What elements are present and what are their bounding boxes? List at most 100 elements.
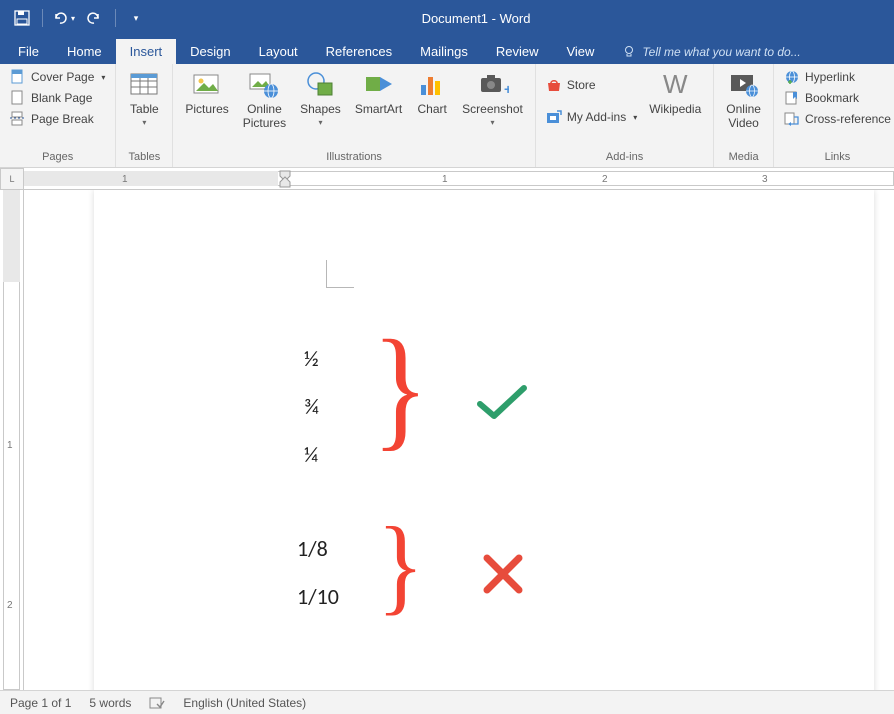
status-language[interactable]: English (United States) [183, 696, 306, 710]
ruler-tick: 2 [7, 600, 13, 611]
tab-mailings[interactable]: Mailings [406, 39, 482, 64]
my-addins-button[interactable]: My Add-ins ▾ [542, 107, 641, 127]
indent-marker-icon[interactable] [278, 169, 292, 189]
wikipedia-icon: W [659, 69, 691, 101]
video-icon [728, 69, 760, 101]
separator [115, 9, 116, 27]
window-title: Document1 - Word [158, 11, 894, 26]
quick-access-toolbar: ▾ ▾ [0, 4, 158, 32]
store-button[interactable]: Store [542, 75, 641, 95]
ruler-corner[interactable]: L [0, 168, 24, 190]
hyperlink-button[interactable]: Hyperlink [780, 67, 894, 87]
chevron-down-icon: ▾ [142, 118, 146, 127]
tab-file[interactable]: File [4, 39, 53, 64]
svg-text:W: W [663, 69, 688, 99]
smartart-button[interactable]: SmartArt [349, 67, 408, 119]
tab-insert[interactable]: Insert [116, 39, 177, 64]
title-bar: ▾ ▾ Document1 - Word [0, 0, 894, 36]
customize-qat-button[interactable]: ▾ [122, 4, 150, 32]
screenshot-label: Screenshot [462, 103, 523, 117]
doc-text-tenth[interactable]: 1/10 [297, 583, 339, 610]
cross-reference-button[interactable]: Cross-reference [780, 109, 894, 129]
blank-page-label: Blank Page [31, 91, 92, 105]
hyperlink-label: Hyperlink [805, 70, 855, 84]
shapes-icon [304, 69, 336, 101]
status-page[interactable]: Page 1 of 1 [10, 696, 71, 710]
group-addins: Store My Add-ins ▾ W Wikipedia Add-ins [536, 64, 714, 167]
wikipedia-label: Wikipedia [649, 103, 701, 117]
proofing-icon[interactable] [149, 696, 165, 710]
save-icon [14, 10, 30, 26]
brace-icon: } [372, 310, 429, 466]
tab-view[interactable]: View [552, 39, 608, 64]
group-media: Online Video Media [714, 64, 774, 167]
blank-page-icon [10, 90, 26, 106]
cover-page-button[interactable]: Cover Page ▾ [6, 67, 109, 87]
wikipedia-button[interactable]: W Wikipedia [643, 67, 707, 119]
bookmark-icon [784, 90, 800, 106]
page-break-button[interactable]: Page Break [6, 109, 109, 129]
chart-button[interactable]: Chart [410, 67, 454, 119]
bookmark-button[interactable]: Bookmark [780, 88, 894, 108]
chevron-down-icon: ▾ [318, 118, 322, 127]
x-mark-icon [481, 552, 525, 596]
ribbon-tabs: File Home Insert Design Layout Reference… [0, 36, 894, 64]
pictures-button[interactable]: Pictures [179, 67, 234, 119]
ruler-tick: 1 [7, 440, 13, 451]
group-pages: Cover Page▾ Blank Page Page Break Pages [0, 64, 116, 167]
ruler-tick: 2 [602, 174, 608, 185]
pictures-label: Pictures [185, 103, 228, 117]
table-icon [128, 69, 160, 101]
blank-page-button[interactable]: Blank Page [6, 88, 109, 108]
ruler-row: L 1 1 2 3 [0, 168, 894, 190]
chart-icon [416, 69, 448, 101]
ribbon: Cover Page▾ Blank Page Page Break Pages … [0, 64, 894, 168]
doc-text-threequarter[interactable]: ¾ [304, 393, 319, 420]
tab-review[interactable]: Review [482, 39, 553, 64]
screenshot-icon: + [477, 69, 509, 101]
ruler-tick: 1 [122, 174, 128, 185]
online-video-label: Online Video [726, 103, 761, 131]
tell-me-search[interactable]: Tell me what you want to do... [608, 40, 814, 64]
table-label: Table [130, 103, 159, 117]
ruler-tick: 3 [762, 174, 768, 185]
online-pictures-label: Online Pictures [243, 103, 286, 131]
online-video-button[interactable]: Online Video [720, 67, 767, 133]
screenshot-button[interactable]: + Screenshot ▾ [456, 67, 529, 129]
tab-references[interactable]: References [312, 39, 406, 64]
chevron-down-icon: ▾ [101, 73, 105, 82]
online-pictures-button[interactable]: Online Pictures [237, 67, 292, 133]
group-addins-label: Add-ins [542, 149, 707, 167]
vertical-ruler[interactable]: 1 2 [0, 190, 24, 690]
cover-page-label: Cover Page [31, 70, 94, 84]
undo-button[interactable]: ▾ [49, 4, 77, 32]
save-button[interactable] [8, 4, 36, 32]
status-words[interactable]: 5 words [89, 696, 131, 710]
tab-home[interactable]: Home [53, 39, 116, 64]
horizontal-ruler[interactable]: 1 1 2 3 [24, 168, 894, 190]
page-canvas[interactable]: ½ ¾ ¼ } 1/8 1/10 } [24, 190, 894, 690]
group-media-label: Media [720, 149, 767, 167]
group-links-label: Links [780, 149, 894, 167]
chevron-down-icon: ▾ [633, 113, 637, 122]
document-area: 1 2 ½ ¾ ¼ } 1/8 1/10 } [0, 190, 894, 690]
page: ½ ¾ ¼ } 1/8 1/10 } [94, 190, 874, 690]
chevron-down-icon: ▾ [491, 118, 495, 127]
store-icon [546, 77, 562, 93]
lightbulb-icon [622, 45, 636, 59]
pictures-icon [191, 69, 223, 101]
doc-text-eighth[interactable]: 1/8 [297, 535, 328, 562]
table-button[interactable]: Table ▾ [122, 67, 166, 129]
doc-text-half[interactable]: ½ [304, 345, 319, 372]
tab-design[interactable]: Design [176, 39, 244, 64]
doc-text-quarter[interactable]: ¼ [304, 441, 318, 468]
cover-page-icon [10, 69, 26, 85]
tab-layout[interactable]: Layout [245, 39, 312, 64]
group-illustrations: Pictures Online Pictures Shapes ▾ SmartA… [173, 64, 535, 167]
page-break-icon [10, 111, 26, 127]
ruler-tick: 1 [442, 174, 448, 185]
group-tables: Table ▾ Tables [116, 64, 173, 167]
redo-button[interactable] [81, 4, 109, 32]
crossref-icon [784, 111, 800, 127]
shapes-button[interactable]: Shapes ▾ [294, 67, 347, 129]
